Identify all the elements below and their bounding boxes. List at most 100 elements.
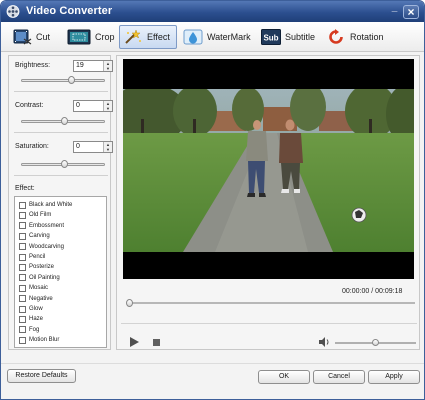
effect-option[interactable]: Posterize (19, 262, 54, 272)
spin-arrows-icon[interactable]: ▲ ▼ (103, 101, 112, 111)
ok-button[interactable]: OK (258, 370, 310, 384)
effect-option-label: Fog (29, 326, 40, 333)
effect-option[interactable]: Black and White (19, 200, 72, 210)
effect-option[interactable]: Carving (19, 231, 50, 241)
saturation-value: 0 (76, 143, 80, 150)
effect-checkbox[interactable] (19, 336, 26, 344)
effect-option-label: Embossment (29, 222, 65, 229)
effect-option[interactable]: Embossment (19, 221, 64, 231)
contrast-slider-thumb[interactable] (60, 117, 68, 125)
seek-thumb[interactable] (126, 299, 133, 307)
effect-option-label: Posterize (29, 264, 55, 271)
contrast-value: 0 (76, 102, 80, 109)
effect-option[interactable]: Glow (19, 304, 43, 314)
rotation-arrow-icon (329, 29, 343, 44)
effect-option[interactable]: Fog (19, 325, 39, 335)
saturation-label: Saturation: (15, 143, 49, 150)
saturation-slider[interactable] (21, 160, 105, 168)
separator (1, 363, 424, 364)
cancel-button[interactable]: Cancel (313, 370, 365, 384)
effect-option[interactable]: Old Film (19, 210, 51, 220)
effect-checkbox[interactable] (19, 295, 26, 303)
tab-label: Effect (147, 32, 170, 42)
spin-arrows-icon[interactable]: ▲ ▼ (103, 142, 112, 152)
apply-button[interactable]: Apply (368, 370, 420, 384)
effect-option-label: Motion Blur (29, 337, 60, 344)
separator (14, 175, 108, 176)
effect-option[interactable]: Motion Blur (19, 335, 59, 345)
effect-checkbox[interactable] (19, 263, 26, 271)
tab-crop[interactable]: Crop (67, 25, 115, 49)
time-separator: / (371, 288, 374, 295)
title-bar[interactable]: Video Converter _ × (1, 1, 424, 22)
close-icon[interactable]: × (403, 5, 419, 19)
effect-checkbox[interactable] (19, 274, 26, 282)
effect-option[interactable]: Pencil (19, 252, 45, 262)
play-icon[interactable] (130, 337, 139, 347)
contrast-label: Contrast: (15, 102, 44, 109)
crop-screen-icon (67, 29, 91, 45)
tab-subtitle[interactable]: Sub Subtitle (261, 25, 315, 49)
total-time: 00:09:18 (375, 288, 403, 295)
effect-checkbox[interactable] (19, 253, 26, 261)
effect-option-label: Glow (29, 306, 43, 312)
tab-cut[interactable]: Cut (12, 25, 50, 49)
tab-label: Subtitle (285, 32, 316, 42)
tab-label: Rotation (350, 32, 384, 42)
effect-option[interactable]: Woodcarving (19, 242, 64, 252)
effect-option[interactable]: Negative (19, 294, 53, 304)
minimize-icon[interactable]: _ (390, 3, 399, 13)
effect-option[interactable]: Oil Painting (19, 273, 60, 283)
effect-checkbox[interactable] (19, 326, 26, 334)
adjustment-panel: Brightness: 19 ▲ ▼ Contrast: 0 ▲ ▼ Saturat… (8, 55, 113, 350)
time-readout: 00:00:00 / 00:09:18 (342, 288, 402, 295)
contrast-spinbox[interactable]: 0 ▲ ▼ (73, 100, 113, 112)
volume-slider-thumb[interactable] (372, 339, 379, 346)
effect-checkbox[interactable] (19, 243, 26, 251)
tab-rotation[interactable]: Rotation (326, 25, 384, 49)
effect-checkbox[interactable] (19, 211, 26, 219)
brightness-value: 19 (76, 62, 84, 69)
effect-list-label: Effect: (15, 185, 35, 192)
effect-checkbox[interactable] (19, 305, 26, 313)
effect-option-label: Carving (29, 233, 50, 240)
video-preview (123, 59, 414, 279)
cut-film-icon (13, 29, 32, 45)
effect-wand-icon (125, 29, 141, 44)
saturation-spinbox[interactable]: 0 ▲ ▼ (73, 141, 113, 153)
effect-option-label: Negative (29, 295, 53, 302)
separator (14, 132, 108, 133)
brightness-spinbox[interactable]: 19 ▲ ▼ (73, 60, 113, 72)
current-time: 00:00:00 (342, 288, 370, 295)
video-frame-image (123, 89, 414, 252)
effect-checkbox[interactable] (19, 201, 26, 209)
brightness-slider-thumb[interactable] (68, 76, 76, 84)
effect-option-label: Woodcarving (29, 243, 64, 250)
effect-option[interactable]: Haze (19, 314, 43, 324)
spin-arrows-icon[interactable]: ▲ ▼ (103, 61, 112, 71)
separator (14, 91, 108, 92)
tab-toolbar: Cut Crop Effect WaterMark Sub Subtitle R… (1, 22, 424, 52)
seek-bar[interactable] (127, 302, 415, 304)
volume-icon[interactable] (319, 337, 330, 347)
effect-option-label: Oil Painting (29, 274, 60, 281)
tab-effect[interactable]: Effect (119, 25, 177, 49)
separator (121, 323, 417, 324)
contrast-slider[interactable] (21, 117, 105, 125)
preview-panel: 00:00:00 / 00:09:18 (116, 55, 420, 350)
effect-checkbox[interactable] (19, 315, 26, 323)
saturation-slider-thumb[interactable] (60, 160, 68, 168)
effect-checkbox[interactable] (19, 232, 26, 240)
tab-watermark[interactable]: WaterMark (183, 25, 251, 49)
subtitle-sub-icon: Sub (261, 29, 281, 45)
effect-checkbox[interactable] (19, 222, 26, 230)
effect-checkbox[interactable] (19, 284, 26, 292)
brightness-slider[interactable] (21, 76, 105, 84)
brightness-label: Brightness: (15, 62, 51, 69)
restore-defaults-button[interactable]: Restore Defaults (7, 369, 76, 383)
effect-option[interactable]: Mosaic (19, 283, 48, 293)
stop-icon[interactable] (153, 339, 160, 346)
tab-label: Cut (36, 32, 51, 42)
subtitle-icon-text: Sub (263, 34, 278, 43)
effect-option-label: Black and White (29, 202, 73, 208)
